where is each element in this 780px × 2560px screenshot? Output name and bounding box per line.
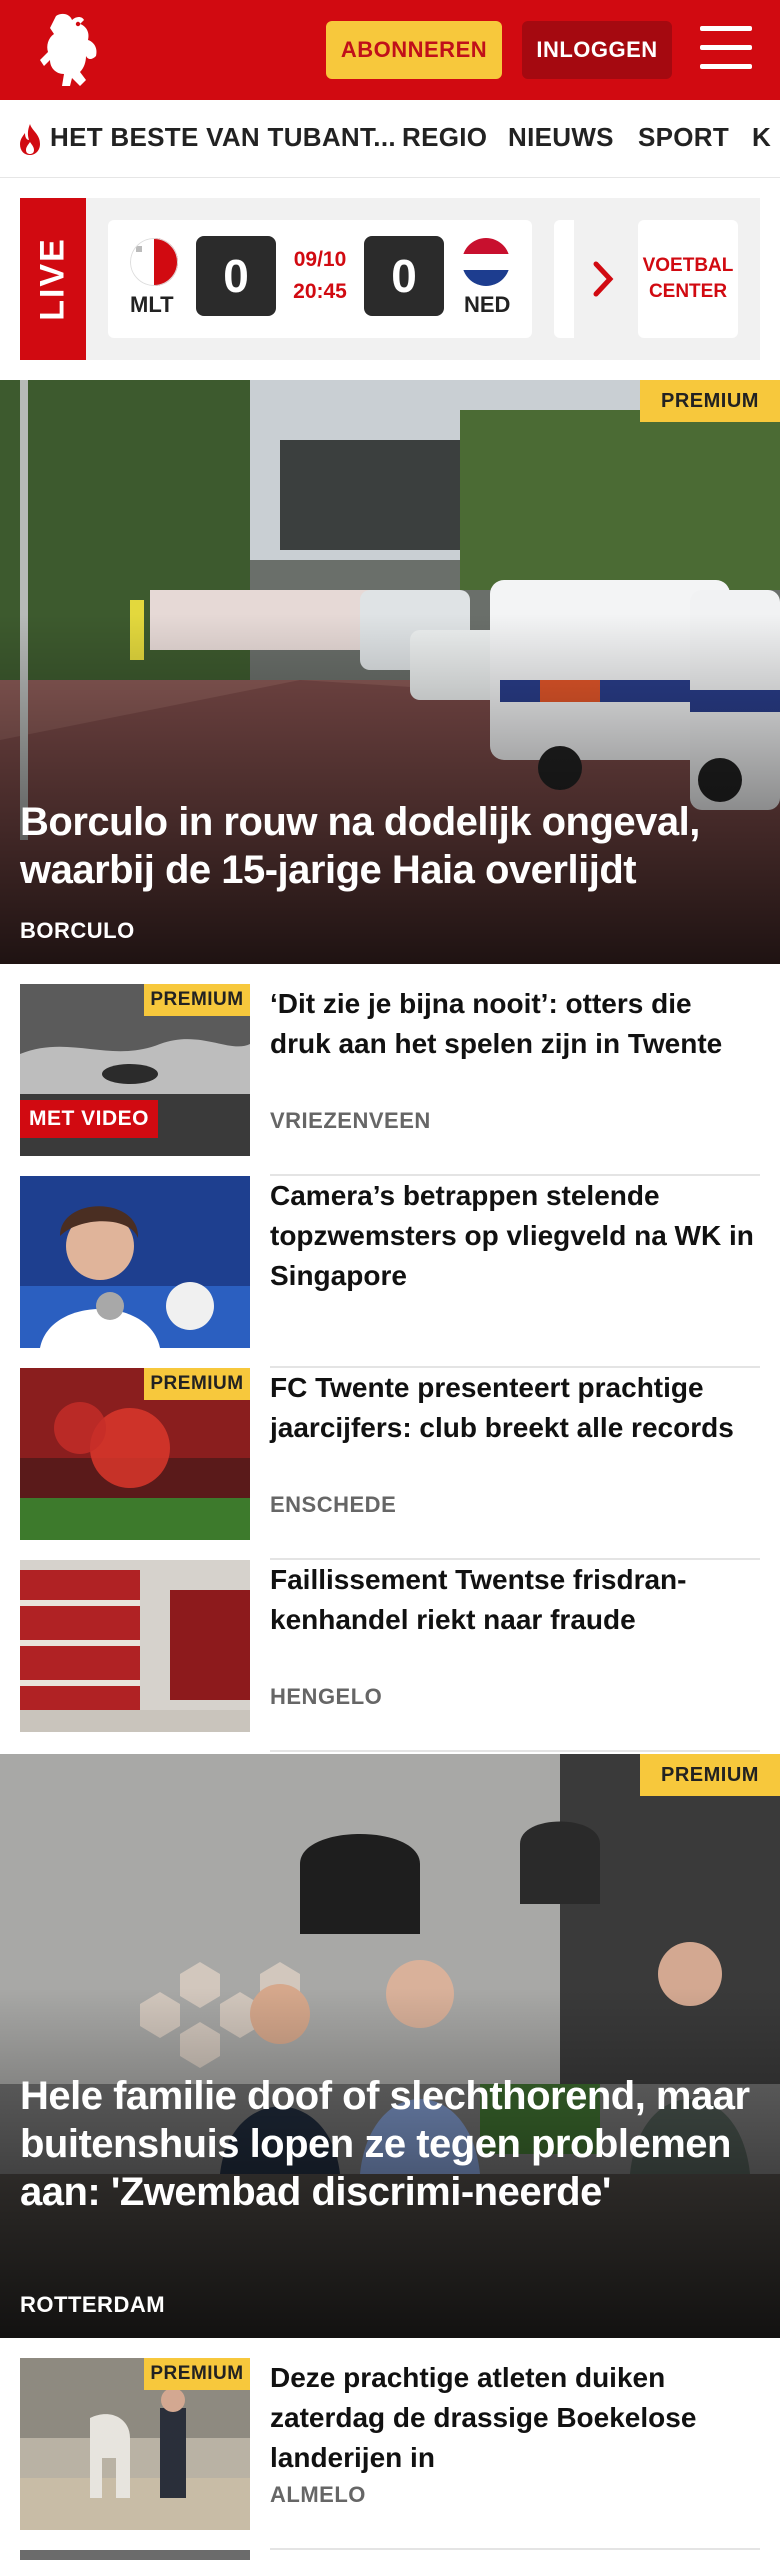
- away-score: 0: [364, 236, 444, 316]
- list-item-atleten[interactable]: PREMIUM Deze prachtige atleten duiken za…: [20, 2358, 760, 2550]
- center-label: CENTER: [648, 281, 728, 302]
- home-team-code: MLT: [130, 292, 174, 317]
- hero-article-doof[interactable]: PREMIUM Hele familie doof of slechthoren…: [0, 1754, 780, 2338]
- premium-badge: PREMIUM: [640, 1754, 780, 1796]
- divider: [270, 1750, 760, 1752]
- nav-item-regio[interactable]: REGIO: [402, 122, 487, 153]
- nav-item-best-of[interactable]: HET BESTE VAN TUBANT...: [50, 122, 396, 153]
- tubantia-horse-logo[interactable]: [36, 10, 108, 90]
- list-item-partial[interactable]: [20, 2550, 760, 2560]
- hero-location: BORCULO: [20, 918, 135, 943]
- login-button[interactable]: INLOGGEN: [522, 21, 672, 79]
- item-title[interactable]: FC Twente presenteert prachtige jaarcijf…: [270, 1368, 760, 1448]
- nav-item-nieuws[interactable]: NIEUWS: [508, 122, 614, 153]
- premium-badge: PREMIUM: [640, 380, 780, 422]
- voetbal-center-button[interactable]: VOETBAL CENTER: [638, 220, 738, 338]
- match-date: 09/10: [293, 248, 347, 271]
- match-time: 20:45: [293, 280, 347, 303]
- flame-icon: [20, 124, 40, 155]
- hero-article-borculo[interactable]: PREMIUM Borculo in rouw na dodelijk onge…: [0, 380, 780, 964]
- premium-badge: PREMIUM: [144, 984, 250, 1016]
- swimmer-photo: [20, 1176, 250, 1348]
- malta-flag-icon: [130, 238, 178, 286]
- thumbnail-otters: PREMIUM MET VIDEO: [20, 984, 250, 1156]
- video-badge: MET VIDEO: [20, 1100, 158, 1138]
- item-location: ALMELO: [270, 2482, 366, 2507]
- list-item-otters[interactable]: PREMIUM MET VIDEO ‘Dit zie je bijna nooi…: [20, 984, 760, 1176]
- hero-title[interactable]: Hele familie doof of slechthorend, maar …: [20, 2072, 760, 2216]
- home-score: 0: [196, 236, 276, 316]
- item-title[interactable]: ‘Dit zie je bijna nooit’: otters die dru…: [270, 984, 760, 1064]
- item-title[interactable]: Deze prachtige atleten duiken zaterdag d…: [270, 2358, 760, 2478]
- live-badge: LIVE: [20, 198, 86, 360]
- nav-item-sport[interactable]: SPORT: [638, 122, 729, 153]
- match-card[interactable]: MLT 0 09/10 20:45 0 NED: [108, 220, 532, 338]
- premium-badge: PREMIUM: [144, 1368, 250, 1400]
- hero-title[interactable]: Borculo in rouw na dodelijk ongeval, waa…: [20, 798, 760, 894]
- menu-icon[interactable]: [700, 26, 752, 70]
- thumbnail-partial: [20, 2550, 250, 2560]
- hero-gradient: [0, 613, 780, 964]
- thumbnail-horses: PREMIUM: [20, 2358, 250, 2530]
- thumbnail-swimmers: [20, 1176, 250, 1348]
- live-scores-bar: LIVE MLT 0 09/10 20:45 0 NED VOETBAL CENT…: [20, 198, 760, 360]
- item-title[interactable]: Faillissement Twentse frisdran-kenhandel…: [270, 1560, 760, 1640]
- warehouse-photo: [20, 1560, 250, 1732]
- item-location: VRIEZENVEEN: [270, 1108, 431, 1133]
- item-location: ENSCHEDE: [270, 1492, 397, 1517]
- nav-item-next[interactable]: K: [752, 122, 771, 153]
- match-datetime: 09/10 20:45: [276, 244, 364, 308]
- section-nav: HET BESTE VAN TUBANT... REGIO NIEUWS SPO…: [0, 100, 780, 178]
- list-item-faillissement[interactable]: Faillissement Twentse frisdran-kenhandel…: [20, 1560, 760, 1752]
- voetbal-label: VOETBAL: [642, 255, 734, 276]
- next-match-card[interactable]: [554, 220, 574, 338]
- thumbnail-warehouse: [20, 1560, 250, 1732]
- subscribe-button[interactable]: ABONNEREN: [326, 21, 502, 79]
- premium-badge: PREMIUM: [144, 2358, 250, 2390]
- item-title[interactable]: Camera’s betrappen stelende topzwemsters…: [270, 1176, 760, 1296]
- hero-location: ROTTERDAM: [20, 2292, 166, 2317]
- thumbnail-stadium: PREMIUM: [20, 1368, 250, 1540]
- top-bar: ABONNEREN INLOGGEN: [0, 0, 780, 100]
- list-item-fc-twente[interactable]: PREMIUM FC Twente presenteert prachtige …: [20, 1368, 760, 1560]
- item-location: HENGELO: [270, 1684, 383, 1709]
- netherlands-flag-icon: [462, 238, 510, 286]
- live-label: LIVE: [33, 237, 72, 321]
- list-item-swimmers[interactable]: Camera’s betrappen stelende topzwemsters…: [20, 1176, 760, 1368]
- chevron-right-icon[interactable]: [588, 260, 618, 298]
- away-team-code: NED: [464, 292, 511, 317]
